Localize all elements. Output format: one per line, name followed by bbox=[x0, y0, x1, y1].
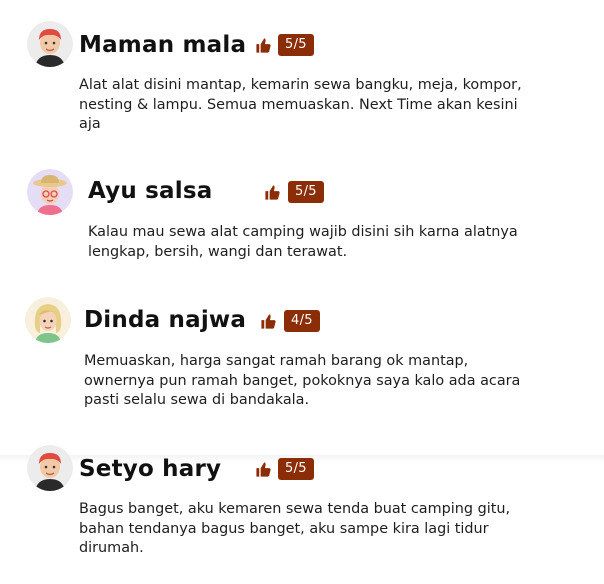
male-avatar-red-hair-icon bbox=[27, 445, 73, 491]
avatar bbox=[27, 445, 73, 491]
female-avatar-sunhat-icon bbox=[27, 169, 73, 215]
review-text: Kalau mau sewa alat camping wajib disini… bbox=[88, 224, 518, 260]
thumbs-up-icon bbox=[264, 184, 281, 201]
thumbs-up-icon bbox=[260, 313, 277, 330]
review-text: Bagus banget, aku kemaren sewa tenda bua… bbox=[79, 501, 511, 556]
avatar bbox=[27, 169, 73, 215]
reviewer-name: Dinda najwa bbox=[84, 307, 247, 333]
review-text: Memuaskan, harga sangat ramah barang ok … bbox=[84, 353, 521, 408]
thumbs-up-icon bbox=[255, 37, 272, 54]
female-avatar-blonde-icon bbox=[25, 297, 71, 343]
avatar bbox=[27, 21, 73, 67]
rating-badge: 4/5 bbox=[284, 310, 320, 332]
rating-badge: 5/5 bbox=[288, 181, 324, 203]
male-avatar-red-hair-icon bbox=[27, 21, 73, 67]
rating-badge: 5/5 bbox=[278, 458, 314, 480]
reviewer-name: Setyo hary bbox=[79, 456, 222, 482]
avatar bbox=[25, 297, 71, 343]
rating-badge: 5/5 bbox=[278, 34, 314, 56]
review-text: Alat alat disini mantap, kemarin sewa ba… bbox=[79, 77, 522, 132]
reviewer-name: Maman mala bbox=[79, 32, 247, 58]
reviewer-name: Ayu salsa bbox=[88, 178, 213, 204]
thumbs-up-icon bbox=[255, 461, 272, 478]
